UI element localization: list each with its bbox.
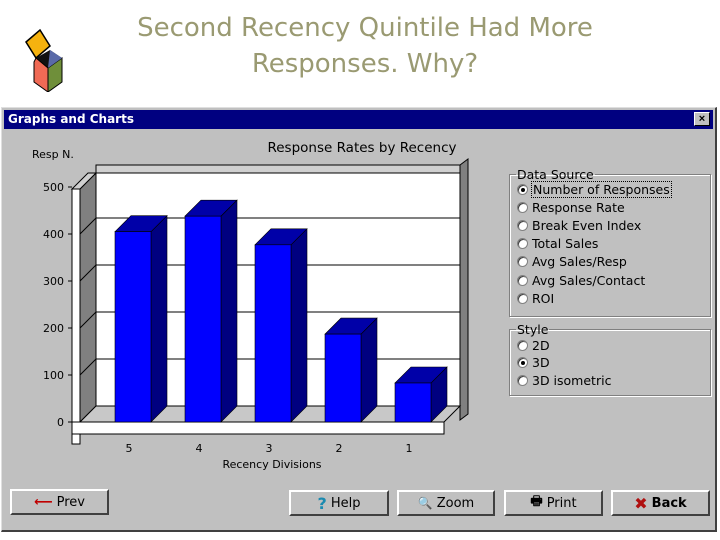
arrow-left-icon: ⟵ <box>33 494 53 510</box>
y-tick-label: 400 <box>43 228 64 241</box>
x-tick-label: 3 <box>266 442 273 455</box>
window-title: Graphs and Charts <box>8 112 134 126</box>
back-button[interactable]: ✖ Back <box>611 490 710 516</box>
data-source-option-label: Avg Sales/Resp <box>532 254 627 270</box>
chart-area: Response Rates by Recency Resp N. Recenc… <box>2 130 502 475</box>
style-option[interactable]: 2D <box>517 336 550 354</box>
help-button[interactable]: ? Help <box>289 490 389 516</box>
chart-title: Response Rates by Recency <box>267 140 456 156</box>
chart-base <box>71 421 445 435</box>
data-source-option[interactable]: Avg Sales/Resp <box>517 253 627 271</box>
x-tick-label: 2 <box>336 442 343 455</box>
x-tick-label: 1 <box>406 442 413 455</box>
bar-side <box>290 228 308 423</box>
prev-label: Prev <box>56 494 85 510</box>
data-source-option-label: Number of Responses <box>531 180 672 198</box>
bar-side <box>150 214 168 423</box>
question-icon: ? <box>317 493 327 513</box>
bar-side <box>360 317 378 423</box>
data-source-option[interactable]: Avg Sales/Contact <box>517 271 645 289</box>
help-label: Help <box>330 495 361 511</box>
print-label: Print <box>546 495 577 511</box>
close-icon: × <box>698 113 706 125</box>
radio-button[interactable] <box>517 219 528 231</box>
data-source-option-label: Avg Sales/Contact <box>532 272 646 288</box>
back-wall-top-edge <box>95 164 461 174</box>
radio-button[interactable] <box>517 374 528 386</box>
radio-button[interactable] <box>517 292 528 304</box>
data-source-option[interactable]: Total Sales <box>517 235 598 253</box>
radio-button[interactable] <box>517 183 528 195</box>
data-source-option-label: ROI <box>532 290 555 306</box>
close-button[interactable]: × <box>694 112 710 126</box>
y-tick-label: 0 <box>57 416 64 429</box>
radio-button[interactable] <box>517 357 528 368</box>
slide-title-line-1: Second Recency Quintile Had More <box>137 13 593 43</box>
x-mark-icon: ✖ <box>634 493 648 513</box>
data-source-option-label: Break Even Index <box>532 217 642 233</box>
style-option-label: 3D <box>532 355 550 370</box>
response-chart: Response Rates by Recency Resp N. Recenc… <box>32 140 469 471</box>
x-axis-label: Recency Divisions <box>222 458 321 471</box>
data-source-option-label: Response Rate <box>532 199 625 215</box>
bar <box>184 215 222 423</box>
open-box-logo-icon <box>25 28 63 92</box>
bar <box>394 382 432 423</box>
printer-icon: 🖶 <box>530 494 543 509</box>
x-tick-label: 5 <box>126 442 133 455</box>
style-option[interactable]: 3D <box>517 354 550 372</box>
data-source-option-label: Total Sales <box>532 236 599 252</box>
bar <box>254 244 292 423</box>
title-bar: Graphs and Charts × <box>4 110 713 129</box>
style-option-label: 3D isometric <box>532 372 612 388</box>
style-legend: Style <box>517 322 549 337</box>
bar <box>114 231 152 423</box>
prev-button[interactable]: ⟵ Prev <box>10 489 109 515</box>
radio-button[interactable] <box>517 339 528 351</box>
zoom-button[interactable]: 🔍 Zoom <box>397 490 495 516</box>
left-wall-edge <box>71 188 81 445</box>
y-tick-label: 300 <box>43 275 64 288</box>
data-source-option[interactable]: Break Even Index <box>517 216 641 234</box>
style-option-label: 2D <box>532 337 550 353</box>
style-option[interactable]: 3D isometric <box>517 371 611 389</box>
back-label: Back <box>651 495 687 511</box>
radio-button[interactable] <box>517 201 528 213</box>
radio-button[interactable] <box>517 274 528 286</box>
y-axis-label: Resp N. <box>32 148 74 161</box>
data-source-option[interactable]: ROI <box>517 289 554 307</box>
radio-button[interactable] <box>517 238 528 250</box>
graphs-and-charts-window: Graphs and Charts × Response Rates by Re… <box>1 107 717 532</box>
slide-title-line-2: Responses. Why? <box>251 49 479 79</box>
right-wall <box>459 158 469 421</box>
radio-button[interactable] <box>517 256 528 268</box>
y-tick-label: 500 <box>43 181 64 194</box>
x-tick-label: 4 <box>196 442 203 455</box>
print-button[interactable]: 🖶 Print <box>504 490 603 516</box>
zoom-label: Zoom <box>436 495 475 511</box>
y-tick-label: 200 <box>43 322 64 335</box>
bar-side <box>220 199 238 423</box>
data-source-option[interactable]: Number of Responses <box>517 180 672 198</box>
bar <box>324 333 362 423</box>
y-tick-label: 100 <box>43 369 64 382</box>
data-source-option[interactable]: Response Rate <box>517 198 625 216</box>
left-wall <box>79 171 97 424</box>
magnifier-icon: 🔍 <box>417 496 433 510</box>
slide-title: Second Recency Quintile Had More Respons… <box>100 10 630 82</box>
